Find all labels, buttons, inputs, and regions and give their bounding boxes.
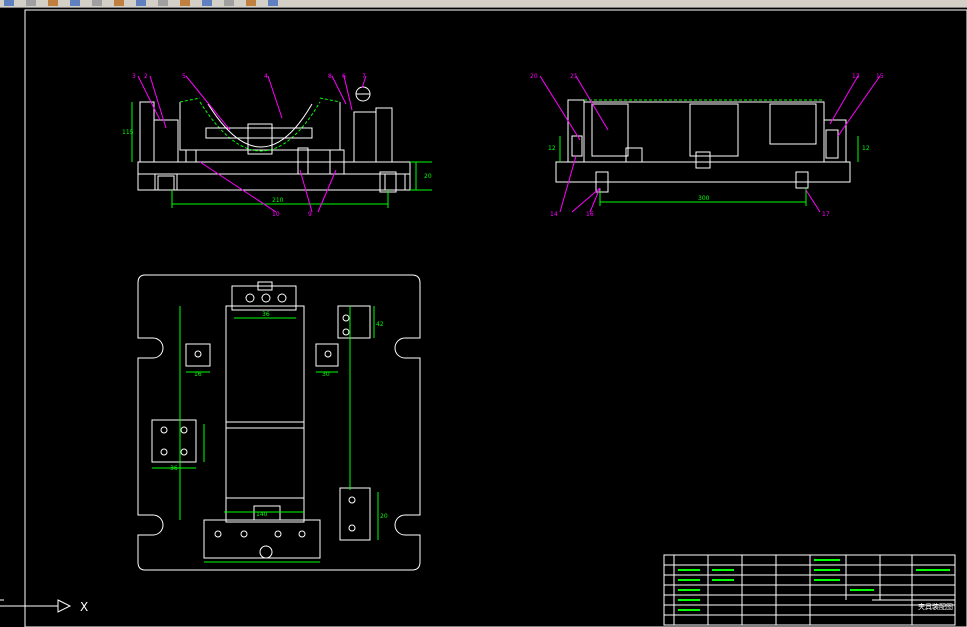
zoom-icon[interactable] <box>224 0 234 6</box>
plan-bolts <box>160 293 356 559</box>
balloon-label: 14 <box>550 211 558 218</box>
plan-side-dim: 16 <box>194 371 202 378</box>
balloon-label: 6 <box>342 73 346 80</box>
drawing-canvas[interactable]: 210 115 20 3 2 5 4 8 6 7 9 10 300 12 12 … <box>0 8 967 627</box>
drawing-frame <box>24 9 967 627</box>
balloon-label: 20 <box>530 73 538 80</box>
side-left-dim: 12 <box>548 145 556 152</box>
front-width-dim: 210 <box>272 197 284 204</box>
front-height-dim: 115 <box>122 129 134 136</box>
undo-icon[interactable] <box>158 0 168 6</box>
plan-side-dim: 20 <box>380 513 388 520</box>
balloon-label: 13 <box>852 73 860 80</box>
side-view <box>555 99 851 193</box>
drawing-title: 夹具装配图 <box>918 602 953 611</box>
ucs-icon <box>0 599 72 613</box>
plan-left-block-dim: 36 <box>170 465 178 472</box>
open-icon[interactable] <box>26 0 36 6</box>
side-right-dim: 12 <box>862 145 870 152</box>
front-balloons: 3 2 5 4 8 6 7 9 10 <box>132 73 366 218</box>
redo-icon[interactable] <box>180 0 190 6</box>
plan-side-dim: 42 <box>376 321 384 328</box>
balloon-label: 9 <box>308 211 312 218</box>
balloon-label: 7 <box>362 73 366 80</box>
toolbar <box>0 0 967 8</box>
title-block <box>663 554 956 626</box>
plan-bottom-block-dim: 140 <box>256 511 268 518</box>
balloon-label: 10 <box>272 211 280 218</box>
balloon-label: 2 <box>144 73 148 80</box>
plan-top-block-dim: 36 <box>262 311 270 318</box>
properties-icon[interactable] <box>246 0 256 6</box>
layer-icon[interactable] <box>268 0 278 6</box>
print-icon[interactable] <box>70 0 80 6</box>
side-width-dim: 300 <box>698 195 710 202</box>
balloon-label: 5 <box>182 73 186 80</box>
copy-icon[interactable] <box>114 0 124 6</box>
side-view-leaders <box>539 75 881 213</box>
balloon-label: 4 <box>264 73 268 80</box>
new-icon[interactable] <box>4 0 14 6</box>
pan-icon[interactable] <box>202 0 212 6</box>
front-view <box>137 86 411 193</box>
balloon-label: 16 <box>586 211 594 218</box>
balloon-label: 17 <box>822 211 830 218</box>
balloon-label: 3 <box>132 73 136 80</box>
cut-icon[interactable] <box>92 0 102 6</box>
balloon-label: 21 <box>570 73 578 80</box>
balloon-label: 8 <box>328 73 332 80</box>
paste-icon[interactable] <box>136 0 146 6</box>
save-icon[interactable] <box>48 0 58 6</box>
plan-side-dim: 30 <box>322 371 330 378</box>
front-right-dim: 20 <box>424 173 432 180</box>
balloon-label: 15 <box>876 73 884 80</box>
ucs-x-label: X <box>80 600 88 614</box>
